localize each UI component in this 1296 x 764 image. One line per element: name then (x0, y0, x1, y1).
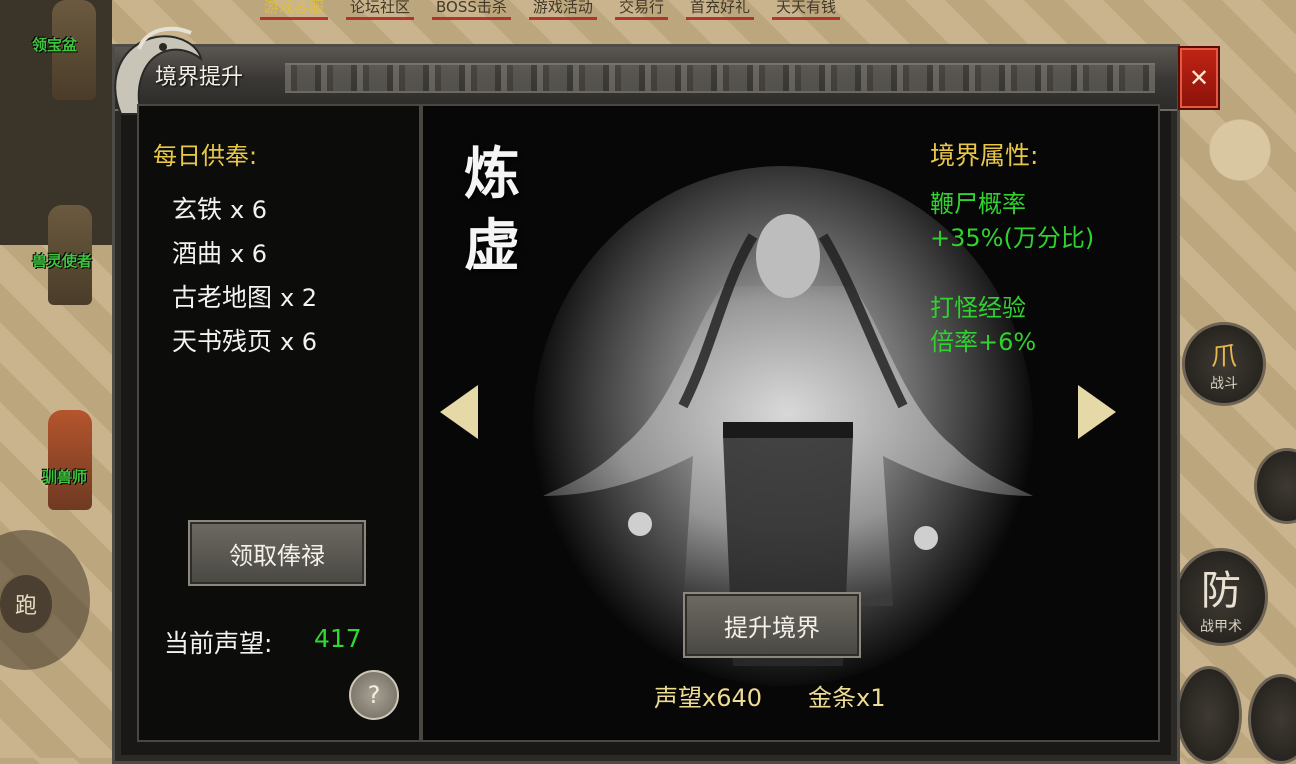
item-quantity: x 2 (279, 284, 318, 312)
item-name: 酒曲 (172, 239, 223, 268)
attribute-line: 鞭尸概率 (930, 190, 1026, 218)
close-button[interactable]: ✕ (1178, 46, 1220, 110)
armor-skill-button[interactable]: 防 战甲术 (1174, 548, 1268, 646)
offering-item: 天书残页 x 6 (172, 322, 317, 358)
item-name: 古老地图 (172, 283, 273, 312)
cost-reputation: 声望x640 (654, 684, 763, 712)
npc-name-label[interactable]: 领宝盆 (32, 34, 77, 55)
top-menu-item[interactable]: 游戏客服 (260, 0, 329, 20)
top-menu-item[interactable]: BOSS击杀 (432, 0, 511, 20)
attribute-line: 倍率+6% (930, 328, 1037, 356)
skill-label: 战甲术 (1200, 619, 1242, 635)
claw-icon: 爪 (1210, 341, 1237, 372)
item-quantity: x 6 (279, 328, 318, 356)
upgrade-realm-button[interactable]: 提升境界 (683, 592, 861, 658)
top-menu-item[interactable]: 论坛社区 (346, 0, 415, 20)
item-name: 天书残页 (172, 327, 273, 356)
offering-item: 古老地图 x 2 (172, 278, 317, 314)
realm-name-char: 虚 (464, 213, 520, 279)
cost-gold-bar: 金条x1 (808, 684, 886, 712)
previous-realm-arrow-icon[interactable] (440, 385, 478, 439)
npc-figure[interactable] (48, 410, 92, 510)
defense-icon: 防 (1201, 568, 1241, 614)
skill-button[interactable] (1248, 674, 1296, 764)
top-menu-item[interactable]: 首充好礼 (685, 0, 754, 20)
top-menu-item[interactable]: 交易行 (614, 0, 668, 20)
top-menu-item[interactable]: 游戏活动 (528, 0, 597, 20)
skill-button[interactable] (1254, 448, 1296, 524)
next-realm-arrow-icon[interactable] (1078, 385, 1116, 439)
realm-name-char: 炼 (464, 141, 520, 207)
skill-button[interactable] (1176, 666, 1242, 764)
realm-attributes-title: 境界属性: (930, 141, 1039, 170)
help-button[interactable]: ? (349, 670, 399, 720)
offering-item: 酒曲 x 6 (172, 234, 267, 270)
skill-label: 战斗 (1210, 375, 1238, 392)
item-name: 玄铁 (172, 195, 223, 224)
item-quantity: x 6 (229, 240, 268, 268)
top-menu-bar: 游戏客服 论坛社区 BOSS击杀 游戏活动 交易行 首充好礼 天天有钱 (260, 0, 1220, 22)
realm-name: 炼 虚 (464, 138, 544, 282)
panel-title: 境界提升 (155, 65, 244, 90)
battle-skill-button[interactable]: 爪 战斗 (1182, 322, 1266, 406)
current-reputation-label: 当前声望: (164, 629, 273, 658)
panel-header: 境界提升 (114, 26, 1177, 115)
claim-salary-button[interactable]: 领取俸禄 (188, 520, 366, 586)
attribute-line: +35%(万分比) (930, 224, 1095, 252)
item-quantity: x 6 (229, 196, 268, 224)
npc-name-label[interactable]: 兽灵使者 (32, 250, 92, 271)
offering-item: 玄铁 x 6 (172, 190, 267, 226)
header-ornament (285, 63, 1155, 93)
daily-offering-title: 每日供奉: (153, 142, 258, 170)
current-reputation-value: 417 (314, 624, 362, 653)
run-button[interactable]: 跑 (0, 573, 54, 635)
attribute-line: 打怪经验 (930, 294, 1026, 322)
top-menu-item[interactable]: 天天有钱 (771, 0, 840, 20)
npc-name-label[interactable]: 驯兽师 (42, 466, 87, 487)
